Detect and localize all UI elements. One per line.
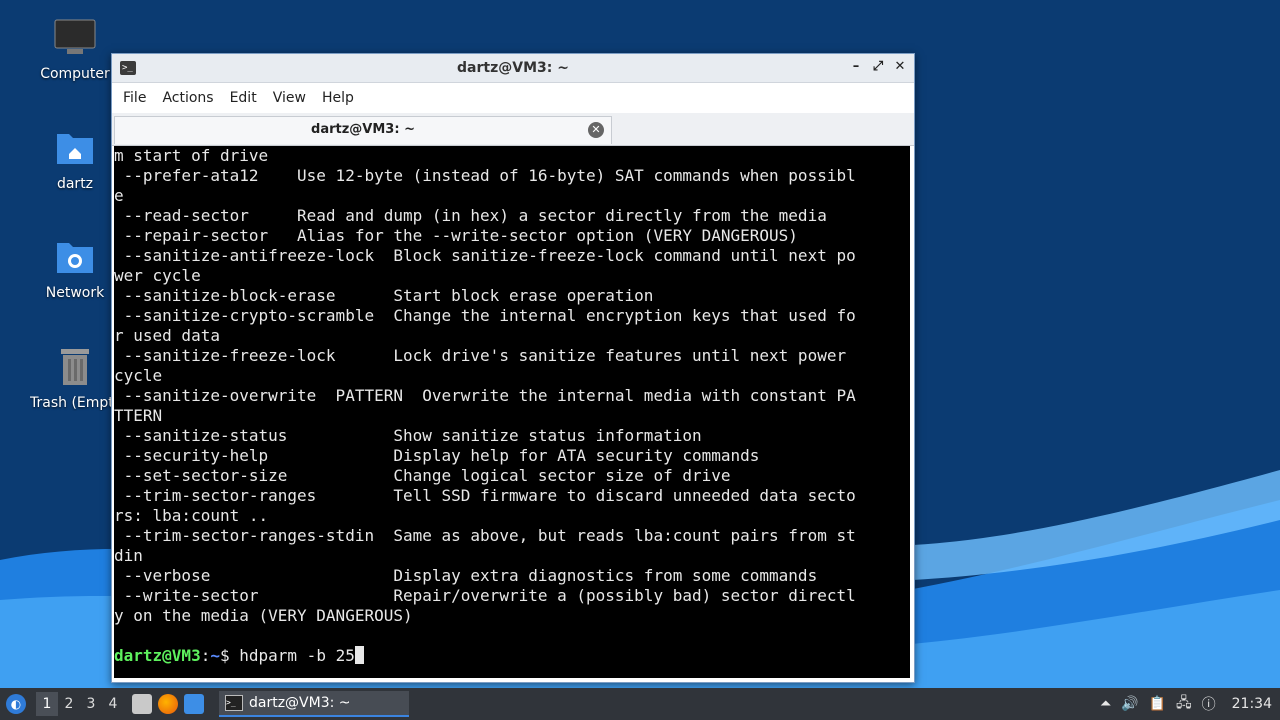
prompt-separator: :	[200, 646, 211, 665]
volume-icon[interactable]: 🔊	[1121, 696, 1138, 712]
terminal-line: --trim-sector-ranges Tell SSD firmware t…	[114, 486, 856, 505]
trash-icon	[61, 349, 89, 385]
terminal-line: --verbose Display extra diagnostics from…	[114, 566, 818, 585]
terminal-line: --sanitize-overwrite PATTERN Overwrite t…	[114, 386, 856, 405]
minimize-button[interactable]: –	[850, 59, 862, 75]
terminal-line: --set-sector-size Change logical sector …	[114, 466, 731, 485]
terminal-line: wer cycle	[114, 266, 201, 285]
desktop-icon-label: Trash (Empty)	[30, 395, 120, 411]
taskbar-task-terminal[interactable]: >_ dartz@VM3: ~	[219, 691, 409, 717]
prompt-user-host: dartz@VM3	[114, 646, 201, 665]
menu-bar: File Actions Edit View Help	[112, 83, 914, 113]
prompt-command: hdparm -b 25	[239, 646, 355, 665]
desktop-icon-label: Network	[45, 285, 105, 301]
terminal-line: --prefer-ata12 Use 12-byte (instead of 1…	[114, 166, 856, 185]
workspace-3[interactable]: 3	[80, 692, 102, 716]
terminal-line: --security-help Display help for ATA sec…	[114, 446, 760, 465]
system-tray: ⏶ 🔊 📋 🖧 ⓘ 21:34	[1100, 688, 1280, 720]
taskbar: ◐ 1 2 3 4 >_ dartz@VM3: ~ ⏶ 🔊 📋 🖧 ⓘ 21:3…	[0, 688, 1280, 720]
terminal-window[interactable]: >_ dartz@VM3: ~ – ⤢ ✕ File Actions Edit …	[111, 53, 915, 683]
tab-terminal[interactable]: dartz@VM3: ~ ✕	[114, 116, 612, 144]
task-label: dartz@VM3: ~	[249, 695, 351, 711]
tab-close-icon[interactable]: ✕	[588, 122, 604, 138]
menu-help[interactable]: Help	[314, 90, 362, 106]
computer-icon	[54, 19, 96, 54]
terminal-line: din	[114, 546, 143, 565]
desktop-icon-trash[interactable]: Trash (Empty)	[30, 345, 120, 411]
terminal-line: y on the media (VERY DANGEROUS)	[114, 606, 413, 625]
terminal-line: e	[114, 186, 124, 205]
workspace-4[interactable]: 4	[102, 692, 124, 716]
terminal-output[interactable]: m start of drive --prefer-ata12 Use 12-b…	[114, 146, 910, 678]
desktop-icon-network[interactable]: Network	[30, 237, 120, 301]
menu-view[interactable]: View	[265, 90, 314, 106]
window-titlebar[interactable]: >_ dartz@VM3: ~ – ⤢ ✕	[112, 54, 914, 83]
close-button[interactable]: ✕	[894, 59, 906, 75]
start-menu-icon[interactable]: ◐	[6, 694, 26, 714]
terminal-line: TTERN	[114, 406, 163, 425]
text-cursor	[354, 646, 364, 664]
terminal-line: --repair-sector Alias for the --write-se…	[114, 226, 798, 245]
tray-arrow-icon[interactable]: ⏶	[1100, 696, 1111, 712]
desktop-icon-label: dartz	[56, 176, 94, 192]
terminal-line: --write-sector Repair/overwrite a (possi…	[114, 586, 856, 605]
terminal-prompt-line: dartz@VM3:~$ hdparm -b 25	[114, 646, 910, 666]
window-title: dartz@VM3: ~	[457, 60, 569, 76]
terminal-line: --sanitize-freeze-lock Lock drive's sani…	[114, 346, 847, 365]
network-icon[interactable]: 🖧	[1176, 692, 1192, 716]
terminal-line: --read-sector Read and dump (in hex) a s…	[114, 206, 827, 225]
menu-actions[interactable]: Actions	[154, 90, 221, 106]
desktop-icon-home[interactable]: dartz	[30, 128, 120, 192]
desktop-icon-label: Computer	[40, 66, 110, 82]
menu-file[interactable]: File	[115, 90, 154, 106]
workspace-1[interactable]: 1	[36, 692, 58, 716]
tab-bar: dartz@VM3: ~ ✕	[112, 113, 914, 146]
terminal-line: --trim-sector-ranges-stdin Same as above…	[114, 526, 856, 545]
terminal-line: m start of drive	[114, 146, 269, 165]
terminal-line: --sanitize-crypto-scramble Change the in…	[114, 306, 856, 325]
menu-edit[interactable]: Edit	[222, 90, 265, 106]
clipboard-icon[interactable]: 📋	[1149, 696, 1166, 712]
terminal-line: r used data	[114, 326, 220, 345]
terminal-line: cycle	[114, 366, 163, 385]
maximize-button[interactable]: ⤢	[872, 59, 884, 75]
firefox-icon[interactable]	[158, 694, 178, 714]
terminal-line: rs: lba:count ..	[114, 506, 269, 525]
tab-title: dartz@VM3: ~	[311, 122, 415, 137]
show-desktop-icon[interactable]	[184, 694, 204, 714]
prompt-symbol: $	[219, 646, 240, 665]
clock[interactable]: 21:34	[1232, 696, 1272, 712]
desktop-icon-computer[interactable]: Computer	[30, 18, 120, 82]
notification-icon[interactable]: ⓘ	[1202, 694, 1216, 714]
prompt-path: ~	[210, 646, 220, 665]
home-folder-icon	[57, 134, 93, 164]
workspace-2[interactable]: 2	[58, 692, 80, 716]
terminal-line: --sanitize-antifreeze-lock Block sanitiz…	[114, 246, 856, 265]
terminal-app-icon: >_	[225, 695, 243, 711]
terminal-line: --sanitize-block-erase Start block erase…	[114, 286, 654, 305]
terminal-line: --sanitize-status Show sanitize status i…	[114, 426, 702, 445]
network-folder-icon	[57, 243, 93, 273]
file-manager-icon[interactable]	[132, 694, 152, 714]
